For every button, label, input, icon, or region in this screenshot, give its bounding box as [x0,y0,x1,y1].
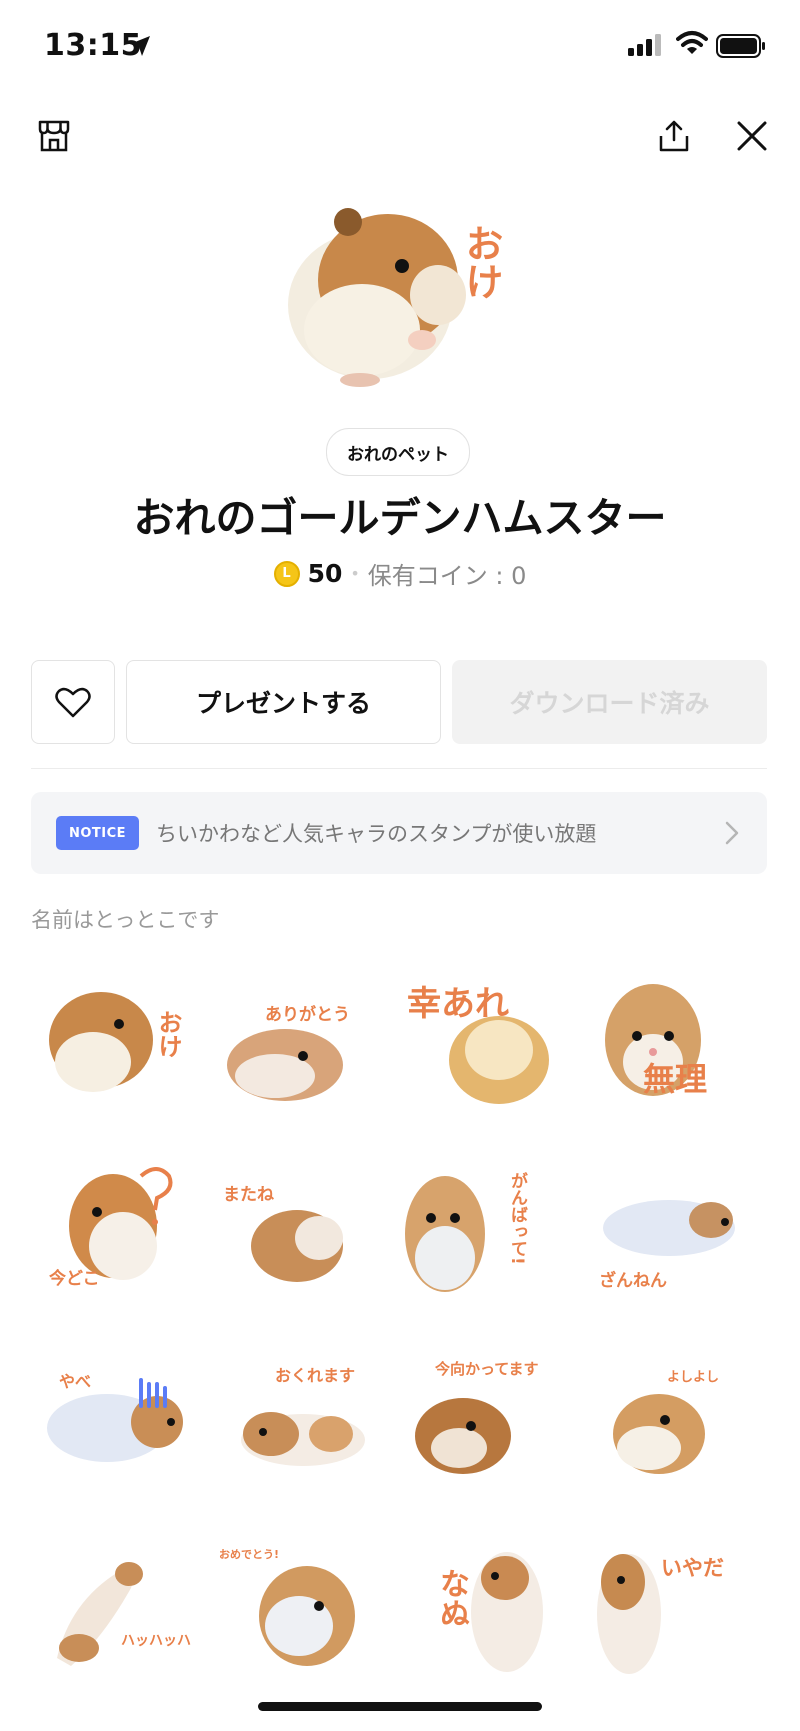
gift-button[interactable]: プレゼントする [126,660,441,744]
sticker-caption: なぬ [434,1568,469,1628]
sticker-caption: やべ [59,1372,92,1391]
status-bar: 13:15 [0,0,800,96]
owned-coins: 保有コイン : 0 [367,562,527,590]
heart-icon [55,687,91,718]
sticker-caption: いやだ [661,1556,724,1580]
sticker-item[interactable]: いやだ [583,1508,767,1694]
shop-icon[interactable] [30,112,78,160]
sticker-caption: またね [223,1185,274,1205]
close-icon[interactable] [728,112,776,160]
coin-icon: L [273,560,300,587]
sticker-item[interactable]: 今どこ [31,1136,215,1322]
like-button[interactable] [31,660,115,744]
notice-tag: NOTICE [56,816,140,850]
notice-banner[interactable]: NOTICE ちいかわなど人気キャラのスタンプが使い放題 [31,792,767,874]
sticker-caption: 無理 [643,1060,708,1098]
sticker-item[interactable]: 幸あれ [399,950,583,1136]
sticker-item[interactable]: おけ [31,950,215,1136]
sticker-item[interactable]: ハッハッハ [31,1508,215,1694]
sticker-item[interactable]: なぬ [399,1508,583,1694]
notice-text: ちいかわなど人気キャラのスタンプが使い放題 [156,822,597,846]
sticker-caption: ざんねん [599,1271,667,1291]
wifi-icon [676,31,708,54]
sticker-item[interactable]: 無理 [583,950,767,1136]
sticker-caption: おくれます [275,1366,356,1385]
sticker-item[interactable]: ざんねん [583,1136,767,1322]
sticker-caption: おめでとう! [219,1548,280,1561]
main-sticker-image: おけ [270,190,530,400]
battery-icon [716,34,765,58]
category-pill[interactable]: おれのペット [326,428,470,476]
sticker-caption: 今どこ [49,1269,100,1289]
sticker-caption: よしよし [667,1370,720,1385]
sticker-item[interactable]: おくれます [215,1322,399,1508]
sticker-caption: がんばって! [507,1172,527,1265]
download-button[interactable]: ダウンロード済み [452,660,767,744]
section-label: 名前はとっとこです [31,908,220,932]
sticker-item[interactable]: よしよし [583,1322,767,1508]
price-separator: • [350,564,360,583]
divider [31,768,767,769]
sticker-item[interactable]: またね [215,1136,399,1322]
chevron-right-icon [725,821,739,845]
sticker-caption: ハッハッハ [121,1633,191,1649]
location-arrow-icon [130,36,150,56]
cellular-signal-icon [628,34,661,56]
sticker-caption: 今向かってます [435,1360,539,1378]
price-row: L 50 • 保有コイン : 0 [0,556,800,591]
home-indicator [258,1702,542,1711]
sticker-item[interactable]: 今向かってます [399,1322,583,1508]
price-value: 50 [307,559,343,588]
page-title: おれのゴールデンハムスター [133,494,667,542]
sticker-item[interactable]: ありがとう [215,950,399,1136]
sticker-caption: ありがとう [265,1005,350,1025]
sticker-item[interactable]: おめでとう! [215,1508,399,1694]
sticker-item[interactable]: がんばって! [399,1136,583,1322]
main-sticker-caption: おけ [459,224,503,300]
sticker-caption: おけ [154,1010,182,1058]
share-icon[interactable] [650,112,698,160]
sticker-caption: 幸あれ [407,984,509,1024]
sticker-item[interactable]: やべ [31,1322,215,1508]
